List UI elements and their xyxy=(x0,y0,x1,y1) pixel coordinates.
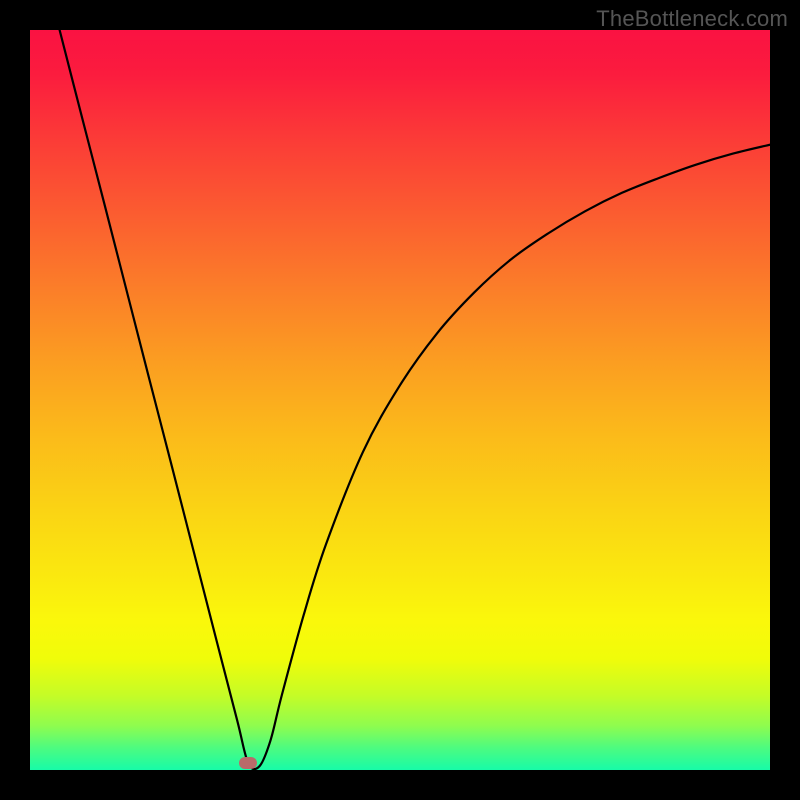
chart-frame: TheBottleneck.com xyxy=(0,0,800,800)
attribution-text: TheBottleneck.com xyxy=(596,6,788,32)
bottleneck-curve xyxy=(30,30,770,770)
minimum-marker xyxy=(239,757,257,769)
plot-area xyxy=(30,30,770,770)
